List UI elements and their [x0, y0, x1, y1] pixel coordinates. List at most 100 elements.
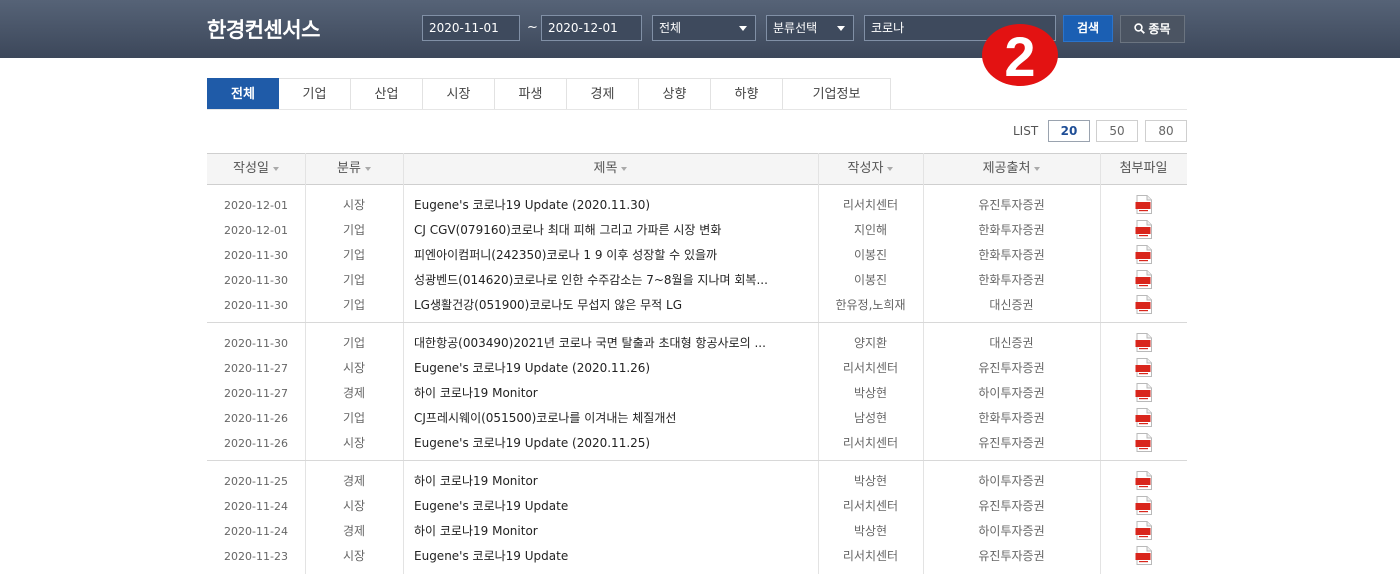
table-row[interactable]: 2020-11-30 기업 대한항공(003490)2021년 코로나 국면 탈출과… [207, 331, 1187, 356]
column-header-source[interactable]: 제공출처 [923, 154, 1100, 184]
row-author: 남성현 [853, 411, 888, 425]
row-category: 기업 [342, 273, 366, 287]
row-source: 유진투자증권 [978, 361, 1045, 375]
row-date: 2020-11-30 [224, 249, 288, 262]
column-header-date[interactable]: 작성일 [207, 154, 305, 184]
row-category: 시장 [342, 549, 366, 563]
date-from-input[interactable]: 2020-11-01 [422, 15, 520, 41]
list-size-20-button[interactable]: 20 [1048, 120, 1090, 142]
table-row[interactable]: 2020-11-25 경제 하이 코로나19 Monitor 박상현 하이투자증권 [207, 469, 1187, 494]
row-author: 리서치센터 [842, 499, 899, 513]
sort-arrow-icon [364, 166, 371, 171]
pdf-file-icon[interactable] [1135, 383, 1153, 406]
pdf-file-icon[interactable] [1135, 333, 1153, 356]
table-row[interactable]: 2020-11-30 기업 피엔아이컴퍼니(242350)코로나 1 9 이후 성장… [207, 243, 1187, 268]
row-attachment [1100, 218, 1187, 243]
tab-company[interactable]: 기업 [279, 78, 351, 110]
column-header-author[interactable]: 작성자 [818, 154, 923, 184]
row-title-link[interactable]: 하이 코로나19 Monitor [414, 519, 814, 544]
row-title-link[interactable]: LG생활건강(051900)코로나도 무섭지 않은 무적 LG [414, 293, 814, 318]
row-author: 리서치센터 [842, 436, 899, 450]
pdf-file-icon[interactable] [1135, 220, 1153, 243]
scope-select[interactable]: 전체 [652, 15, 756, 41]
row-title-link[interactable]: 성광벤드(014620)코로나로 인한 수주감소는 7~8월을 지나며 회복..… [414, 268, 814, 293]
pdf-file-icon[interactable] [1135, 270, 1153, 293]
pdf-file-icon[interactable] [1135, 471, 1153, 494]
row-attachment [1100, 519, 1187, 544]
table-row[interactable]: 2020-11-24 시장 Eugene's 코로나19 Update 리서치센터 유진… [207, 494, 1187, 519]
row-title-link[interactable]: CJ CGV(079160)코로나 최대 피해 그리고 가파른 시장 변화 [414, 218, 814, 243]
pdf-file-icon[interactable] [1135, 433, 1153, 456]
tab-all[interactable]: 전체 [207, 78, 279, 110]
pdf-file-icon[interactable] [1135, 245, 1153, 268]
row-category: 경제 [342, 474, 366, 488]
pdf-file-icon[interactable] [1135, 521, 1153, 544]
pdf-file-icon[interactable] [1135, 496, 1153, 519]
row-attachment [1100, 356, 1187, 381]
row-date: 2020-11-27 [224, 362, 288, 375]
row-title-link[interactable]: Eugene's 코로나19 Update [414, 494, 814, 519]
table-row[interactable]: 2020-11-27 경제 하이 코로나19 Monitor 박상현 하이투자증권 [207, 381, 1187, 406]
table-row[interactable]: 2020-11-27 시장 Eugene's 코로나19 Update (2020.… [207, 356, 1187, 381]
list-size-80-button[interactable]: 80 [1145, 120, 1187, 142]
tab-industry[interactable]: 산업 [351, 78, 423, 110]
row-title-link[interactable]: Eugene's 코로나19 Update [414, 544, 814, 569]
table-row[interactable]: 2020-11-30 기업 성광벤드(014620)코로나로 인한 수주감소는 7~… [207, 268, 1187, 293]
row-category: 기업 [342, 248, 366, 262]
tab-company-info[interactable]: 기업정보 [783, 78, 891, 110]
row-title-link[interactable]: 대한항공(003490)2021년 코로나 국면 탈출과 초대형 항공사로의 .… [414, 331, 814, 356]
tab-derivatives[interactable]: 파생 [495, 78, 567, 110]
row-date: 2020-11-30 [224, 299, 288, 312]
row-attachment [1100, 431, 1187, 456]
table-row[interactable]: 2020-11-30 기업 LG생활건강(051900)코로나도 무섭지 않은 무적… [207, 293, 1187, 318]
row-source: 하이투자증권 [978, 474, 1045, 488]
search-button[interactable]: 검색 [1063, 15, 1113, 42]
row-date: 2020-11-25 [224, 475, 288, 488]
stock-button[interactable]: 종목 [1120, 15, 1185, 43]
table-row[interactable]: 2020-12-01 기업 CJ CGV(079160)코로나 최대 피해 그리고 … [207, 218, 1187, 243]
pdf-file-icon[interactable] [1135, 408, 1153, 431]
row-attachment [1100, 331, 1187, 356]
row-category: 경제 [342, 524, 366, 538]
row-category: 시장 [342, 436, 366, 450]
pdf-file-icon[interactable] [1135, 358, 1153, 381]
column-header-title[interactable]: 제목 [403, 154, 818, 184]
sort-arrow-icon [272, 166, 279, 171]
pdf-file-icon[interactable] [1135, 195, 1153, 218]
column-header-category[interactable]: 분류 [305, 154, 403, 184]
category-tabs: 전체 기업 산업 시장 파생 경제 상향 하향 기업정보 [207, 78, 891, 110]
list-size-50-button[interactable]: 50 [1096, 120, 1138, 142]
column-header-author-label: 작성자 [847, 161, 884, 176]
row-source: 대신증권 [989, 298, 1034, 312]
pdf-file-icon[interactable] [1135, 546, 1153, 569]
column-header-attachment: 첨부파일 [1119, 161, 1168, 176]
row-title-link[interactable]: Eugene's 코로나19 Update (2020.11.25) [414, 431, 814, 456]
row-date: 2020-11-23 [224, 550, 288, 563]
table-row[interactable]: 2020-12-01 시장 Eugene's 코로나19 Update (2020.… [207, 193, 1187, 218]
row-title-link[interactable]: 하이 코로나19 Monitor [414, 381, 814, 406]
row-date: 2020-12-01 [224, 224, 288, 237]
column-header-date-label: 작성일 [233, 161, 269, 176]
row-title-link[interactable]: CJ프레시웨이(051500)코로나를 이겨내는 체질개선 [414, 406, 814, 431]
row-source: 한화투자증권 [978, 411, 1045, 425]
category-select[interactable]: 분류선택 [766, 15, 854, 41]
row-title-link[interactable]: Eugene's 코로나19 Update (2020.11.30) [414, 193, 814, 218]
site-logo[interactable]: 한경컨센서스 [207, 14, 320, 44]
tab-market[interactable]: 시장 [423, 78, 495, 110]
row-attachment [1100, 193, 1187, 218]
row-date: 2020-11-30 [224, 337, 288, 350]
row-title-link[interactable]: 피엔아이컴퍼니(242350)코로나 1 9 이후 성장할 수 있을까 [414, 243, 814, 268]
table-row[interactable]: 2020-11-26 기업 CJ프레시웨이(051500)코로나를 이겨내는 체질개… [207, 406, 1187, 431]
date-to-input[interactable]: 2020-12-01 [541, 15, 642, 41]
table-row[interactable]: 2020-11-23 시장 Eugene's 코로나19 Update 리서치센터 유진… [207, 544, 1187, 569]
row-title-link[interactable]: Eugene's 코로나19 Update (2020.11.26) [414, 356, 814, 381]
tab-downgrade[interactable]: 하향 [711, 78, 783, 110]
row-title-link[interactable]: 하이 코로나19 Monitor [414, 469, 814, 494]
badge-number: 2 [1004, 25, 1035, 86]
table-row[interactable]: 2020-11-26 시장 Eugene's 코로나19 Update (2020.… [207, 431, 1187, 456]
table-row[interactable]: 2020-11-24 경제 하이 코로나19 Monitor 박상현 하이투자증권 [207, 519, 1187, 544]
row-author: 박상현 [853, 386, 888, 400]
pdf-file-icon[interactable] [1135, 295, 1153, 318]
tab-economy[interactable]: 경제 [567, 78, 639, 110]
tab-upgrade[interactable]: 상향 [639, 78, 711, 110]
